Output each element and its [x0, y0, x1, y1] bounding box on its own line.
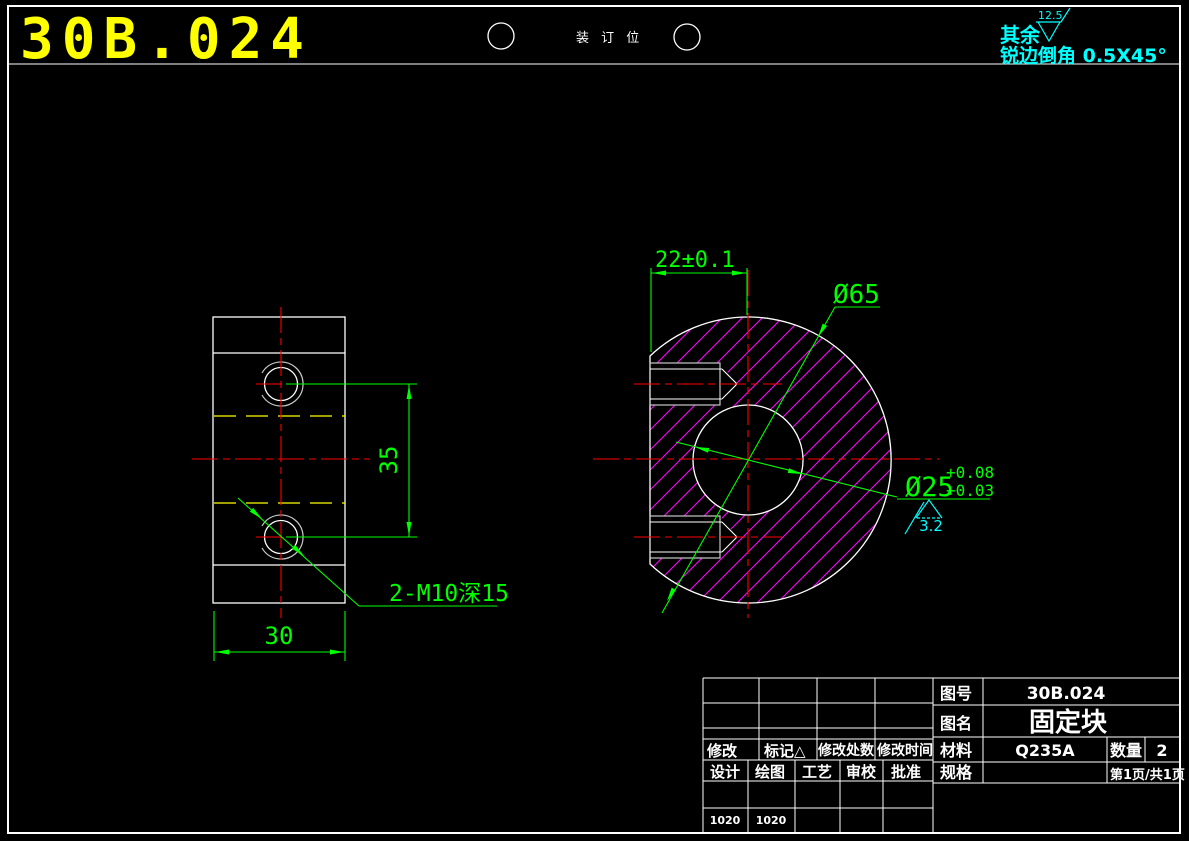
label-modify: 修改: [706, 742, 738, 760]
label-quantity: 数量: [1110, 741, 1142, 760]
label-spec: 规格: [940, 763, 973, 782]
rest-roughness-value: 12.5: [1038, 9, 1063, 22]
dia-25-tol-upper: +0.08: [946, 463, 994, 482]
label-approve: 批准: [891, 763, 921, 781]
label-drawing-no: 图号: [940, 684, 972, 703]
thread-callout-leader: 2-M10深15: [237, 497, 509, 607]
label-design: 设计: [710, 763, 740, 781]
dim-35-text: 35: [375, 446, 403, 475]
dim-30-text: 30: [265, 622, 294, 650]
value-material: Q235A: [1015, 741, 1075, 760]
edge-chamfer-note: 锐边倒角 0.5X45°: [1000, 44, 1167, 67]
roughness-32-text: 3.2: [919, 517, 943, 535]
dia-65-text: Ø65: [833, 280, 880, 310]
thread-callout-text: 2-M10深15: [389, 581, 509, 607]
label-material: 材料: [940, 741, 972, 760]
value-code1: 1020: [710, 814, 741, 827]
sheet-border: [7, 5, 1181, 835]
binding-hole-left: [487, 22, 515, 50]
label-modify-count: 修改处数: [817, 742, 875, 759]
label-process: 工艺: [802, 763, 832, 781]
drawing-sheet: 30B.024 装 订 位 其余 12.5 锐边倒角 0.5X45° 35 30…: [7, 5, 1185, 835]
label-mark: 标记△: [763, 742, 806, 760]
side-view: 22±0.1 Ø65 Ø25 +0.08 +0.03 3.2: [593, 248, 994, 618]
value-page: 第1页/共1页: [1110, 767, 1185, 783]
bore-roughness-symbol: 3.2: [904, 498, 943, 535]
binding-mark-label: 装 订 位: [576, 31, 643, 46]
label-drawing-name: 图名: [940, 714, 972, 733]
dim-22-text: 22±0.1: [655, 248, 734, 273]
label-modify-date: 修改时间: [876, 742, 933, 759]
front-view: 35 30 2-M10深15: [192, 307, 509, 661]
section-hatch: [650, 316, 892, 603]
drawing-number-title: 30B.024: [20, 7, 312, 72]
cad-drawing-canvas[interactable]: 30B.024 装 订 位 其余 12.5 锐边倒角 0.5X45° 35 30…: [0, 0, 1189, 841]
header-strip: 30B.024 装 订 位 其余 12.5 锐边倒角 0.5X45°: [20, 7, 1167, 72]
dimension-width: 30: [213, 611, 346, 661]
value-quantity: 2: [1156, 741, 1167, 760]
value-code2: 1020: [756, 814, 787, 827]
value-drawing-name: 固定块: [1029, 707, 1107, 738]
label-draft: 绘图: [755, 763, 785, 781]
dia-25-tol-lower: +0.03: [946, 481, 994, 500]
value-drawing-no: 30B.024: [1027, 684, 1106, 704]
title-block: 图号 30B.024 图名 固定块 材料 Q235A 数量 2 规格 第1页/共…: [702, 677, 1185, 833]
binding-hole-right: [673, 23, 701, 51]
rest-surfaces-label: 其余: [1000, 23, 1041, 47]
dimension-hole-spacing: 35: [286, 383, 417, 538]
label-review: 审校: [846, 763, 877, 781]
